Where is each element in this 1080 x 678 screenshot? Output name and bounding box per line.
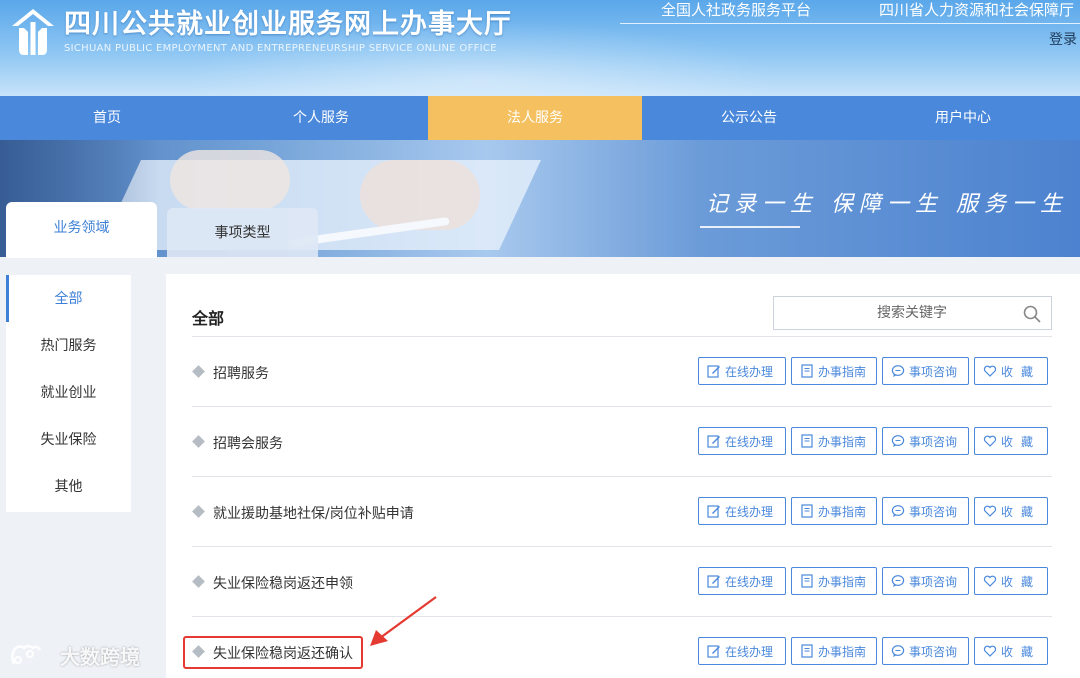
document-icon [801,364,813,378]
row-actions: 在线办理 办事指南 事项咨询 收藏 [698,357,1048,385]
consult-button[interactable]: 事项咨询 [882,497,969,525]
nav-item-home[interactable]: 首页 [0,96,214,140]
site-logo-icon [12,9,54,55]
edit-icon [707,505,720,518]
bullet-diamond-icon [192,435,205,448]
search-input[interactable] [774,297,1019,329]
list-item: 招聘服务 在线办理 办事指南 事项咨询 收藏 [192,353,1052,393]
sidebar-item-other[interactable]: 其他 [6,464,131,511]
service-name[interactable]: 失业保险稳岗返还申领 [213,573,353,593]
heart-icon [983,505,997,517]
guide-button[interactable]: 办事指南 [791,497,877,525]
sidebar-item-employment[interactable]: 就业创业 [6,370,131,417]
main-nav: 首页 个人服务 法人服务 公示公告 用户中心 [0,96,1080,140]
sidebar-item-hot-services[interactable]: 热门服务 [6,323,131,370]
list-item: 就业援助基地社保/岗位补贴申请 在线办理 办事指南 事项咨询 收藏 [192,493,1052,533]
nav-item-corporate-service[interactable]: 法人服务 [428,96,642,140]
heart-icon [983,435,997,447]
chat-bubble-icon [891,365,905,377]
online-handle-button[interactable]: 在线办理 [698,357,786,385]
sidebar-item-all[interactable]: 全部 [6,275,131,323]
search-box [773,296,1052,330]
panel-title: 全部 [192,309,225,328]
guide-button[interactable]: 办事指南 [791,427,877,455]
list-item: 失业保险稳岗返还申领 在线办理 办事指南 事项咨询 收藏 [192,563,1052,603]
list-item: 招聘会服务 在线办理 办事指南 事项咨询 收藏 [192,423,1052,463]
nav-item-announcements[interactable]: 公示公告 [642,96,856,140]
chat-bubble-icon [891,505,905,517]
site-title: 四川公共就业创业服务网上办事大厅 [64,9,512,40]
document-icon [801,504,813,518]
bullet-diamond-icon [192,575,205,588]
bullet-diamond-icon [192,505,205,518]
favorite-button[interactable]: 收藏 [974,427,1048,455]
favorite-button[interactable]: 收藏 [974,357,1048,385]
sidebar-item-unemployment-insurance[interactable]: 失业保险 [6,417,131,464]
consult-button[interactable]: 事项咨询 [882,357,969,385]
chat-bubble-icon [891,575,905,587]
login-link[interactable]: 登录 [1049,29,1077,49]
online-handle-button[interactable]: 在线办理 [698,567,786,595]
chat-bubble-icon [891,435,905,447]
edit-icon [707,575,720,588]
service-list-panel: 全部 招聘服务 在线办理 办事指南 事项咨询 收藏 招聘会服务 在线办理 办事指… [166,274,1080,678]
banner-image: 记录一生 保障一生 服务一生 [0,140,1080,257]
top-links: 全国人社政务服务平台 四川省人力资源和社会保障厅 [661,0,1074,22]
favorite-button[interactable]: 收藏 [974,497,1048,525]
link-national-platform[interactable]: 全国人社政务服务平台 [661,0,811,22]
online-handle-button[interactable]: 在线办理 [698,427,786,455]
tab-business-area[interactable]: 业务领域 [6,202,157,258]
category-sidebar: 全部 热门服务 就业创业 失业保险 其他 [6,275,131,512]
edit-icon [707,365,720,378]
row-actions: 在线办理 办事指南 事项咨询 收藏 [698,637,1048,665]
heart-icon [983,645,997,657]
online-handle-button[interactable]: 在线办理 [698,497,786,525]
heart-icon [983,365,997,377]
consult-button[interactable]: 事项咨询 [882,427,969,455]
service-name[interactable]: 就业援助基地社保/岗位补贴申请 [213,503,414,523]
nav-item-personal-service[interactable]: 个人服务 [214,96,428,140]
site-subtitle: SICHUAN PUBLIC EMPLOYMENT AND ENTREPRENE… [64,43,497,54]
guide-button[interactable]: 办事指南 [791,567,877,595]
document-icon [801,574,813,588]
banner-slogan: 记录一生 保障一生 服务一生 [706,192,1068,217]
edit-icon [707,435,720,448]
consult-button[interactable]: 事项咨询 [882,567,969,595]
favorite-button[interactable]: 收藏 [974,567,1048,595]
service-name[interactable]: 招聘会服务 [213,433,283,453]
service-name[interactable]: 失业保险稳岗返还确认 [183,636,363,669]
watermark-text: 大数跨境 [60,644,140,669]
edit-icon [707,645,720,658]
nav-item-user-center[interactable]: 用户中心 [856,96,1070,140]
watermark: 大数跨境 [8,640,140,670]
consult-button[interactable]: 事项咨询 [882,637,969,665]
favorite-button[interactable]: 收藏 [974,637,1048,665]
watermark-logo-icon [11,644,42,665]
list-item-highlighted: 失业保险稳岗返还确认 在线办理 办事指南 事项咨询 收藏 [183,633,1052,673]
service-name[interactable]: 招聘服务 [213,363,269,383]
chat-bubble-icon [891,645,905,657]
guide-button[interactable]: 办事指南 [791,357,877,385]
document-icon [801,434,813,448]
online-handle-button[interactable]: 在线办理 [698,637,786,665]
row-actions: 在线办理 办事指南 事项咨询 收藏 [698,497,1048,525]
site-header: 四川公共就业创业服务网上办事大厅 SICHUAN PUBLIC EMPLOYME… [0,0,1080,96]
annotation-arrow-icon [370,596,437,646]
search-icon[interactable] [1023,305,1041,323]
bullet-diamond-icon [192,365,205,378]
guide-button[interactable]: 办事指南 [791,637,877,665]
row-actions: 在线办理 办事指南 事项咨询 收藏 [698,567,1048,595]
row-actions: 在线办理 办事指南 事项咨询 收藏 [698,427,1048,455]
heart-icon [983,575,997,587]
document-icon [801,644,813,658]
tab-item-type[interactable]: 事项类型 [167,208,318,257]
link-sichuan-hrss[interactable]: 四川省人力资源和社会保障厅 [879,0,1074,22]
